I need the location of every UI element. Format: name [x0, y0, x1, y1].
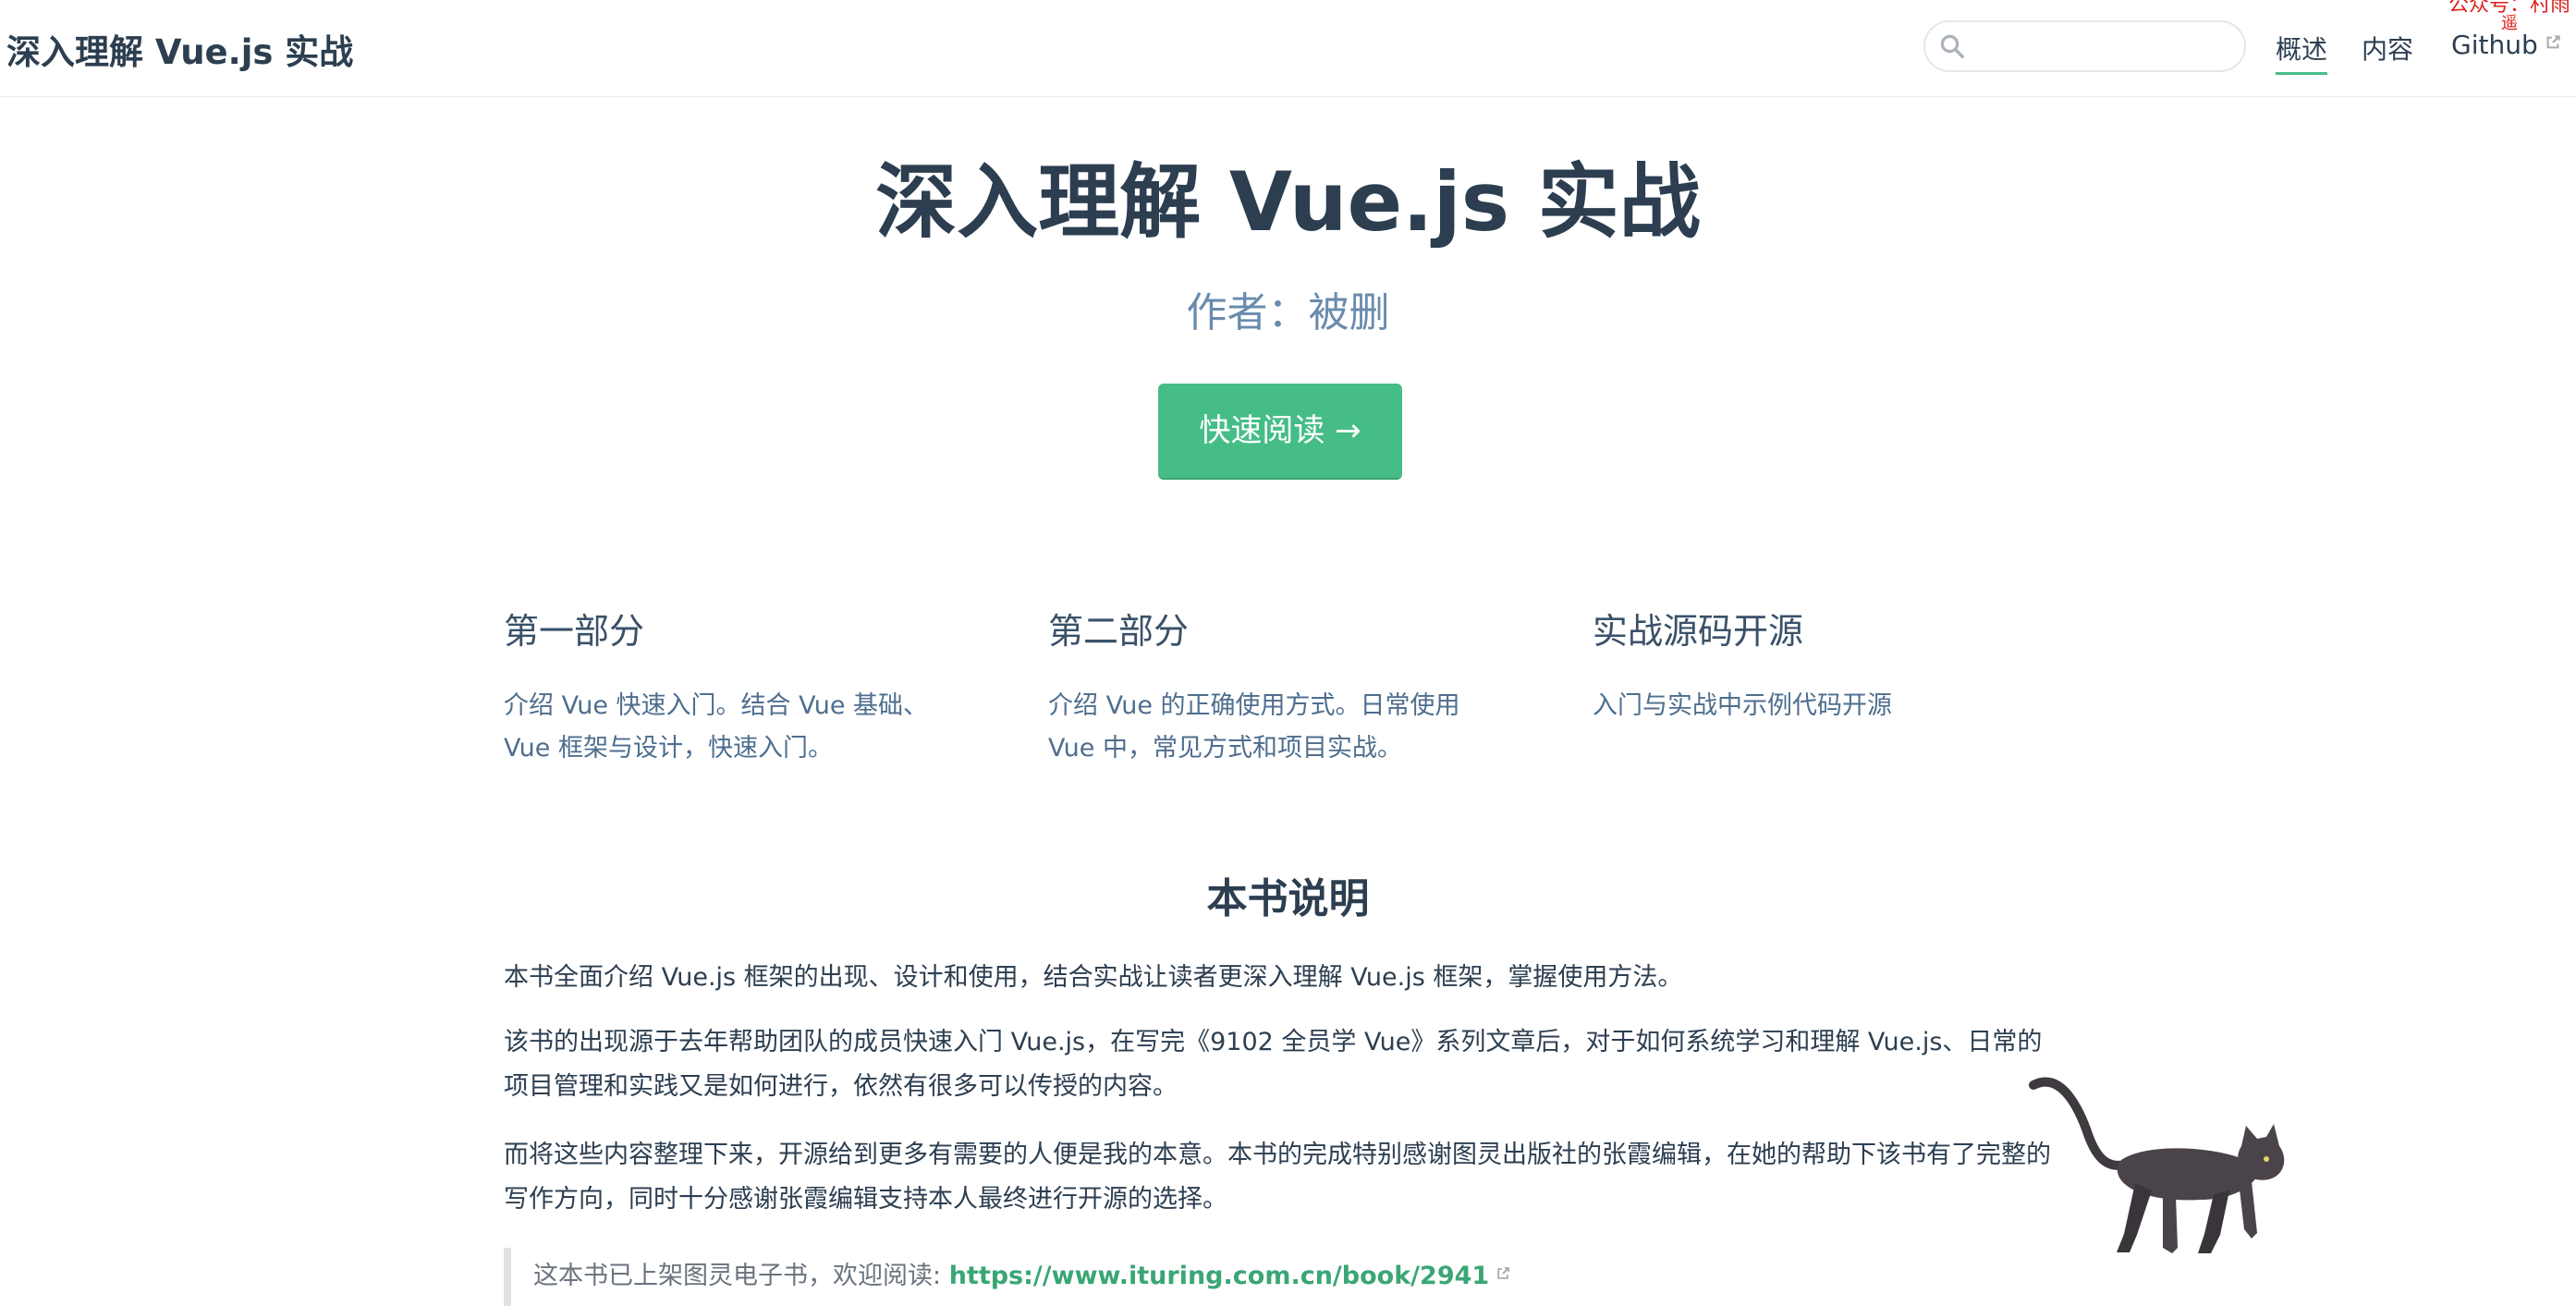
- feature-title: 第二部分: [1048, 611, 1190, 652]
- feature-details: 入门与实战中示例代码开源: [1593, 691, 1892, 720]
- paragraph-intro: 本书全面介绍 Vue.js 框架的出现、设计和使用，结合实战让读者更深入理解 V…: [504, 963, 1683, 992]
- watermark: 公众号：村雨 遥: [2448, 0, 2570, 33]
- feature-open-source: 实战源码开源 入门与实战中示例代码开源: [1593, 603, 2055, 727]
- feature-title: 实战源码开源: [1593, 611, 1804, 652]
- feature-details: 介绍 Vue 快速入门。结合 Vue 基础、Vue 框架与设计，快速入门。: [504, 691, 929, 763]
- nav-link-overview[interactable]: 概述: [2276, 30, 2328, 75]
- navbar: 深入理解 Vue.js 实战 概述 内容 Github 公众号：村雨 遥: [0, 0, 2576, 97]
- paragraph-origin: 该书的出现源于去年帮助团队的成员快速入门 Vue.js，在写完《9102 全员学…: [504, 1028, 2043, 1101]
- search-box[interactable]: [1923, 20, 2246, 72]
- nav-link-github-label: Github: [2451, 30, 2538, 60]
- nav-link-github[interactable]: Github: [2451, 30, 2562, 60]
- quick-read-button[interactable]: 快速阅读 →: [1158, 384, 1402, 480]
- section-title: 本书说明: [1206, 875, 1370, 922]
- feature-part-one: 第一部分 介绍 Vue 快速入门。结合 Vue 基础、Vue 框架与设计，快速入…: [504, 603, 966, 770]
- cat-illustration: [2029, 1077, 2285, 1253]
- tip-block: 这本书已上架图灵电子书，欢迎阅读: https://www.ituring.co…: [504, 1248, 2066, 1306]
- search-input[interactable]: [1977, 30, 2230, 65]
- hero-description: 作者：被删: [1186, 289, 1390, 336]
- ituring-link[interactable]: https://www.ituring.com.cn/book/2941: [949, 1262, 1490, 1290]
- external-link-icon: [2546, 35, 2560, 49]
- watermark-line-2: 遥: [2500, 14, 2518, 33]
- feature-part-two: 第二部分 介绍 Vue 的正确使用方式。日常使用 Vue 中，常见方式和项目实战…: [1048, 603, 1510, 770]
- nav-link-content[interactable]: 内容: [2362, 30, 2413, 67]
- feature-title: 第一部分: [504, 611, 645, 652]
- site-title[interactable]: 深入理解 Vue.js 实战: [6, 24, 353, 74]
- paragraph-thanks: 而将这些内容整理下来，开源给到更多有需要的人便是我的本意。本书的完成特别感谢图灵…: [504, 1141, 2051, 1214]
- search-icon: [1940, 34, 1964, 58]
- hero-title: 深入理解 Vue.js 实战: [875, 154, 1701, 250]
- external-link-icon: [1497, 1267, 1510, 1279]
- feature-details: 介绍 Vue 的正确使用方式。日常使用 Vue 中，常见方式和项目实战。: [1048, 691, 1460, 763]
- tip-text: 这本书已上架图灵电子书，欢迎阅读:: [533, 1262, 949, 1290]
